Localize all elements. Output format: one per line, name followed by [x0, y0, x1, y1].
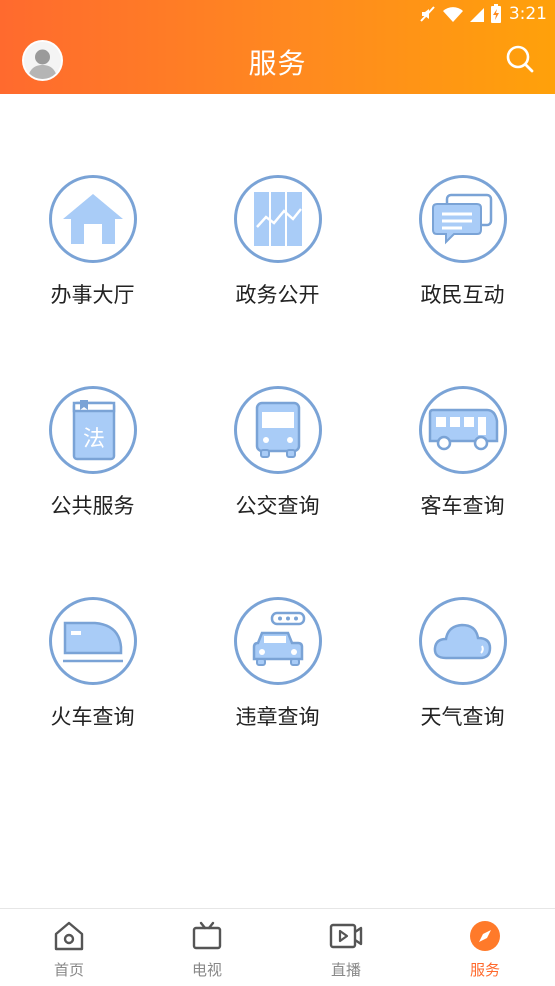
- service-label: 天气查询: [420, 705, 505, 729]
- coach-bus-icon: [428, 408, 498, 451]
- tab-live[interactable]: 直播: [277, 909, 415, 986]
- service-icon-circle: [233, 386, 322, 474]
- tab-tv[interactable]: 电视: [138, 909, 276, 986]
- chart-panel-icon: [253, 192, 302, 246]
- chat-bubbles-icon: [431, 193, 492, 245]
- service-icon-circle: 法: [48, 386, 137, 474]
- search-icon[interactable]: [505, 44, 535, 74]
- service-item-bus[interactable]: 公交查询: [185, 386, 370, 546]
- service-item-weather[interactable]: 天气查询: [370, 597, 555, 757]
- service-icon-circle: [418, 175, 507, 263]
- app-header: 3:21 服务: [0, 0, 555, 94]
- compass-icon: [470, 921, 500, 951]
- battery-icon: [490, 4, 501, 23]
- signal-icon: [469, 8, 484, 22]
- service-label: 客车查询: [420, 494, 505, 518]
- service-item-violation[interactable]: 违章查询: [185, 597, 370, 757]
- page-title: 服务: [248, 47, 307, 80]
- service-icon-circle: [233, 175, 322, 263]
- svg-text:法: 法: [82, 427, 104, 452]
- service-label: 政务公开: [235, 283, 320, 307]
- service-icon-circle: [418, 386, 507, 474]
- service-icon-circle: [48, 597, 137, 685]
- tab-home[interactable]: 首页: [0, 909, 138, 986]
- service-item-train[interactable]: 火车查询: [0, 597, 185, 757]
- video-icon: [329, 923, 363, 949]
- status-time: 3:21: [508, 4, 547, 24]
- status-bar: 3:21: [0, 0, 555, 30]
- service-item-hall[interactable]: 办事大厅: [0, 175, 185, 335]
- service-icon-circle: [48, 175, 137, 263]
- tv-icon: [192, 921, 222, 950]
- cloud-icon: [433, 623, 491, 660]
- wifi-icon: [442, 7, 463, 22]
- service-label: 公交查询: [235, 494, 320, 518]
- service-label: 违章查询: [235, 705, 320, 729]
- tab-services[interactable]: 服务: [416, 909, 554, 986]
- service-item-public[interactable]: 法 公共服务: [0, 386, 185, 546]
- car-violation-icon: [252, 611, 305, 666]
- tab-label: 直播: [330, 961, 361, 979]
- service-item-gov-affairs[interactable]: 政务公开: [185, 175, 370, 335]
- house-icon: [62, 194, 123, 244]
- service-label: 火车查询: [50, 705, 135, 729]
- service-label: 公共服务: [50, 494, 135, 518]
- law-book-icon: 法: [72, 400, 115, 461]
- service-item-interaction[interactable]: 政民互动: [370, 175, 555, 335]
- tab-label: 首页: [53, 961, 84, 979]
- bus-front-icon: [255, 401, 300, 458]
- service-label: 政民互动: [420, 283, 505, 307]
- bottom-tab-bar: 首页 电视 直播 服务: [0, 908, 555, 986]
- service-label: 办事大厅: [50, 283, 135, 307]
- train-icon: [62, 621, 123, 663]
- mute-icon: [420, 6, 435, 22]
- tab-label: 电视: [191, 961, 222, 979]
- tab-label: 服务: [469, 961, 500, 979]
- service-icon-circle: [418, 597, 507, 685]
- service-item-coach[interactable]: 客车查询: [370, 386, 555, 546]
- home-icon: [54, 921, 84, 951]
- service-icon-circle: [233, 597, 322, 685]
